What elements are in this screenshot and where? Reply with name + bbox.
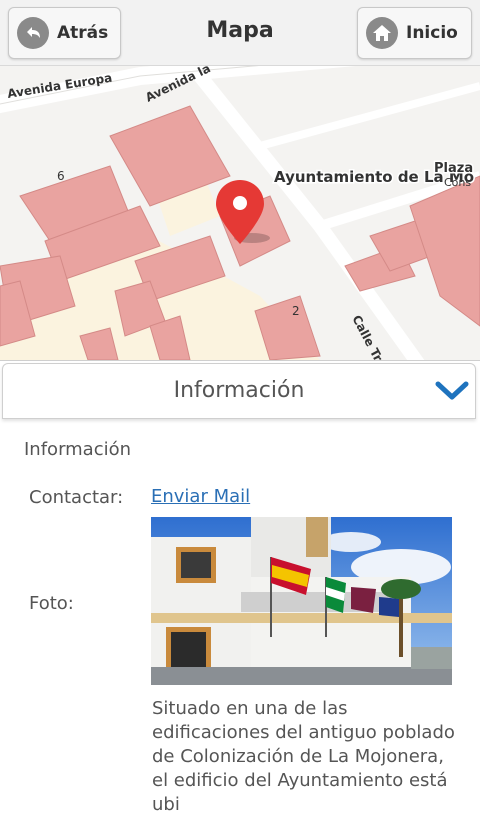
app-header: Atrás Mapa Inicio <box>0 0 480 66</box>
info-panel-title: Información <box>173 378 305 403</box>
send-mail-link[interactable]: Enviar Mail <box>151 486 250 507</box>
place-label-cons: Cons <box>444 176 471 189</box>
photo-label: Foto: <box>29 593 74 614</box>
map-view[interactable]: Avenida Europa Avenida la Calle Tr Ayunt… <box>0 66 480 360</box>
description-text: Situado en una de las edificaciones del … <box>152 698 455 815</box>
section-title: Información <box>24 439 132 460</box>
info-panel: Información Información Contactar: Envia… <box>0 360 480 815</box>
place-label-plaza: Plaza <box>434 161 473 176</box>
chevron-down-icon[interactable] <box>435 378 469 402</box>
home-button[interactable]: Inicio <box>357 7 472 59</box>
home-button-label: Inicio <box>406 23 458 43</box>
town-hall-photo <box>151 517 452 685</box>
home-icon <box>366 17 398 49</box>
location-marker-icon[interactable] <box>216 180 270 244</box>
info-panel-header[interactable]: Información <box>2 363 476 419</box>
house-number-2: 2 <box>292 304 300 318</box>
house-number-6: 6 <box>57 169 65 183</box>
contact-label: Contactar: <box>29 487 124 508</box>
